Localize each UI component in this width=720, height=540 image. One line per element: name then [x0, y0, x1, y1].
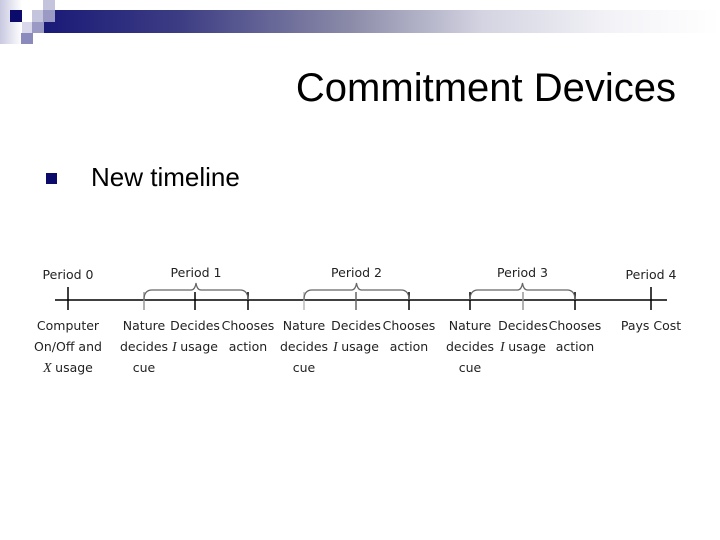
event-label: Pays Cost	[621, 318, 681, 333]
event-label: cue	[133, 360, 156, 375]
event-label: Chooses	[222, 318, 275, 333]
event-label: Nature	[449, 318, 492, 333]
event-label: Decides	[331, 318, 381, 333]
event-label: On/Off and	[34, 339, 102, 354]
event-label: Chooses	[549, 318, 602, 333]
event-label: action	[229, 339, 267, 354]
event-label: Nature	[123, 318, 166, 333]
period-label: Period 2	[331, 265, 382, 280]
event-label: Decides	[498, 318, 548, 333]
event-label: I usage	[499, 339, 546, 355]
event-label: action	[390, 339, 428, 354]
event-label: I usage	[332, 339, 379, 355]
event-label: decides	[280, 339, 328, 354]
event-label: Computer	[37, 318, 100, 333]
period-label: Period 3	[497, 265, 548, 280]
timeline-diagram: Computer On/Off and X usage Nature decides cu…	[34, 265, 681, 376]
event-label: I usage	[171, 339, 218, 355]
event-label: decides	[446, 339, 494, 354]
event-label: Nature	[283, 318, 326, 333]
period-brace	[143, 282, 249, 301]
event-label: decides	[120, 339, 168, 354]
event-label: X usage	[42, 360, 93, 376]
event-label: action	[556, 339, 594, 354]
event-label: cue	[293, 360, 316, 375]
period-label: Period 1	[171, 265, 222, 280]
event-label: Chooses	[383, 318, 436, 333]
event-label: Decides	[170, 318, 220, 333]
event-label: cue	[459, 360, 482, 375]
period-label: Period 4	[626, 267, 677, 282]
period-label: Period 0	[43, 267, 94, 282]
